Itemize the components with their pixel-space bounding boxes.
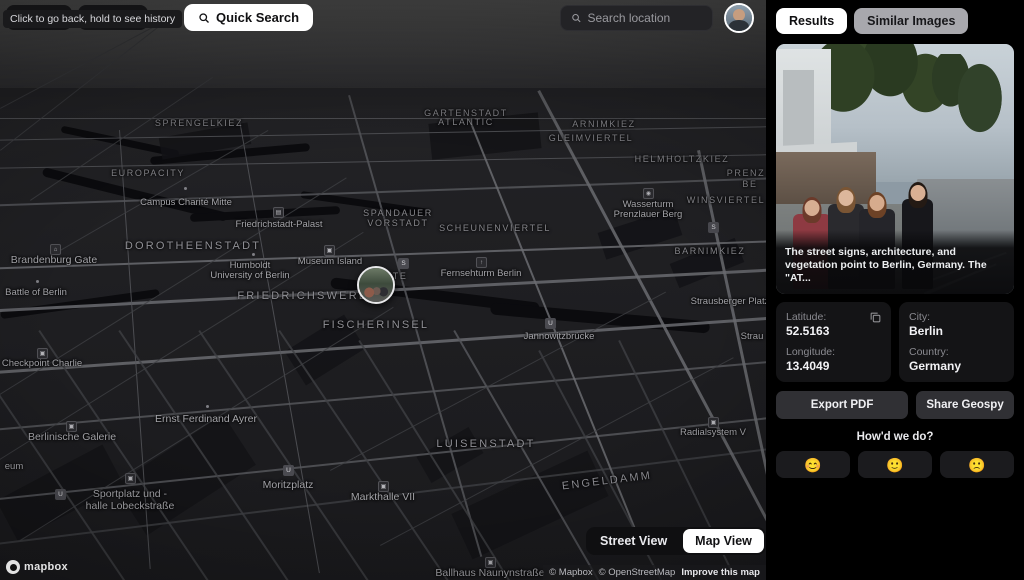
latitude-label: Latitude: [786,311,881,323]
feedback-happy-button[interactable]: 😊 [776,451,850,478]
latitude-value: 52.5163 [786,324,881,338]
transit-station-icon: U [545,318,556,329]
sports-icon: ▣ [125,473,136,484]
museum-icon: ▣ [37,348,48,359]
map-view-button[interactable]: Map View [683,529,764,553]
theater-icon: ▤ [273,207,284,218]
map-poi-dot [206,405,209,408]
quick-search-label: Quick Search [216,10,299,25]
map-view-toggle: Street View Map View [586,527,766,555]
photo-person-head [839,190,854,206]
map-poi-dot [184,187,187,190]
tab-results[interactable]: Results [776,8,847,34]
improve-this-map-link[interactable]: Improve this map [681,567,760,578]
photo-person-head [804,200,819,216]
result-image: The street signs, architecture, and vege… [776,44,1014,294]
action-buttons: Export PDF Share Geospy [776,391,1014,419]
search-location-input[interactable] [587,11,702,25]
coordinates-box: Latitude: 52.5163 Longitude: 13.4049 [776,302,891,382]
transit-station-icon: S [398,258,409,269]
tab-similar-images[interactable]: Similar Images [854,8,968,34]
result-card[interactable]: The street signs, architecture, and vege… [776,44,1014,294]
market-icon: ▣ [378,481,389,492]
gallery-icon: ▣ [66,421,77,432]
mapbox-logo-text: mapbox [24,561,68,573]
feedback-neutral-button[interactable]: 🙂 [858,451,932,478]
feedback-options: 😊 🙂 🙁 [776,451,1014,478]
avatar-image [726,5,752,31]
feedback-sad-button[interactable]: 🙁 [940,451,1014,478]
search-icon [198,12,210,24]
mapbox-mark-icon [6,560,20,574]
attribution-mapbox[interactable]: © Mapbox [549,567,592,578]
city-label: City: [909,311,1004,323]
venue-icon: ▣ [708,417,719,428]
map-poi-dot [252,253,255,256]
map-topbar: ‹ Project Quick Search Click to go back,… [0,0,766,36]
search-location-field[interactable] [560,5,713,31]
attribution-osm[interactable]: © OpenStreetMap [599,567,676,578]
map-road [0,118,766,119]
quick-search-button[interactable]: Quick Search [184,4,313,31]
copy-icon[interactable] [869,311,882,324]
museum-icon: ▣ [324,245,335,256]
export-pdf-button[interactable]: Export PDF [776,391,908,419]
result-caption: The street signs, architecture, and vege… [776,230,1014,294]
country-label: Country: [909,346,1004,358]
venue-icon: ▣ [485,557,496,568]
map-attribution: © Mapbox © OpenStreetMap Improve this ma… [543,565,766,580]
street-view-button[interactable]: Street View [588,529,679,553]
tower-icon: ↑ [476,257,487,268]
transit-station-icon: S [708,222,719,233]
monument-icon: ⌂ [50,244,61,255]
photo-trees-right [928,54,1009,164]
panel-tabs: Results Similar Images [776,8,1014,34]
photo-person-head [870,195,885,211]
longitude-label: Longitude: [786,346,881,358]
marker-thumbnail [359,268,393,302]
city-value: Berlin [909,324,1004,338]
results-panel: Results Similar Images [766,0,1024,580]
photo-location-marker[interactable] [357,266,395,304]
back-button-tooltip: Click to go back, hold to see history [3,10,182,28]
map-poi-dot [36,280,39,283]
location-info: Latitude: 52.5163 Longitude: 13.4049 Cit… [776,302,1014,382]
mapbox-logo[interactable]: mapbox [6,560,68,574]
user-avatar[interactable] [724,3,754,33]
transit-station-icon: U [283,465,294,476]
camera-icon: ◉ [643,188,654,199]
map-canvas[interactable]: SPRENGELKIEZ GARTENSTADT ATLANTIC ARNIMK… [0,0,766,580]
transit-station-icon: U [55,489,66,500]
country-value: Germany [909,359,1004,373]
longitude-value: 13.4049 [786,359,881,373]
feedback-title: How'd we do? [776,431,1014,443]
app-root: SPRENGELKIEZ GARTENSTADT ATLANTIC ARNIMK… [0,0,1024,580]
photo-person-head [910,185,925,201]
share-geospy-button[interactable]: Share Geospy [916,391,1014,419]
place-box: City: Berlin Country: Germany [899,302,1014,382]
search-icon [571,12,581,24]
